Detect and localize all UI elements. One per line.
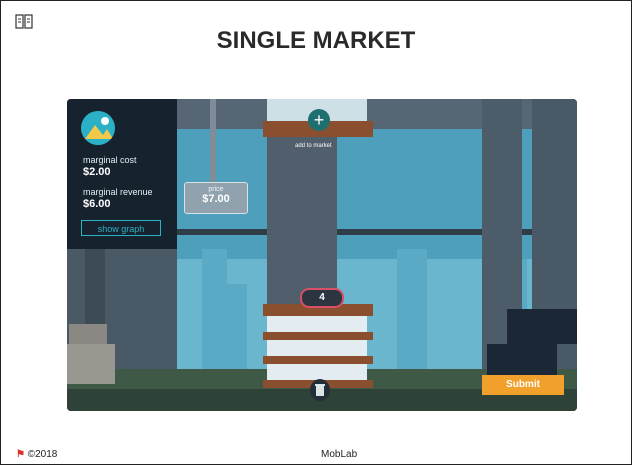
info-panel: marginal cost $2.00 marginal revenue $6.… <box>67 99 177 249</box>
footer-left: ⚑ ©2018 <box>16 449 57 460</box>
add-to-market-label: add to market <box>295 143 332 149</box>
price-sign: price $7.00 <box>184 182 248 214</box>
game-scene[interactable]: marginal cost $2.00 marginal revenue $6.… <box>67 99 577 411</box>
plus-icon: + <box>313 110 325 130</box>
add-to-market-button[interactable]: + <box>308 109 330 131</box>
production-count: 4 <box>300 288 344 308</box>
price-value: $7.00 <box>202 193 230 205</box>
marginal-cost-label: marginal cost <box>83 155 137 165</box>
copyright: ©2018 <box>27 449 58 460</box>
price-label: price <box>208 186 224 193</box>
footer-brand: MobLab <box>321 449 358 460</box>
show-graph-button[interactable]: show graph <box>81 220 161 236</box>
trash-button[interactable] <box>310 379 330 401</box>
marginal-revenue-label: marginal revenue <box>83 187 153 197</box>
marginal-cost-value: $2.00 <box>83 166 111 178</box>
moblab-logo-icon: ⚑ <box>16 449 25 460</box>
marginal-revenue-value: $6.00 <box>83 198 111 210</box>
trash-icon <box>315 384 325 396</box>
landscape-icon <box>81 111 115 145</box>
slide: SINGLE MARKET marginal cost $2.00 margin… <box>0 0 632 465</box>
submit-button[interactable]: Submit <box>482 375 564 395</box>
page-title: SINGLE MARKET <box>216 27 416 54</box>
